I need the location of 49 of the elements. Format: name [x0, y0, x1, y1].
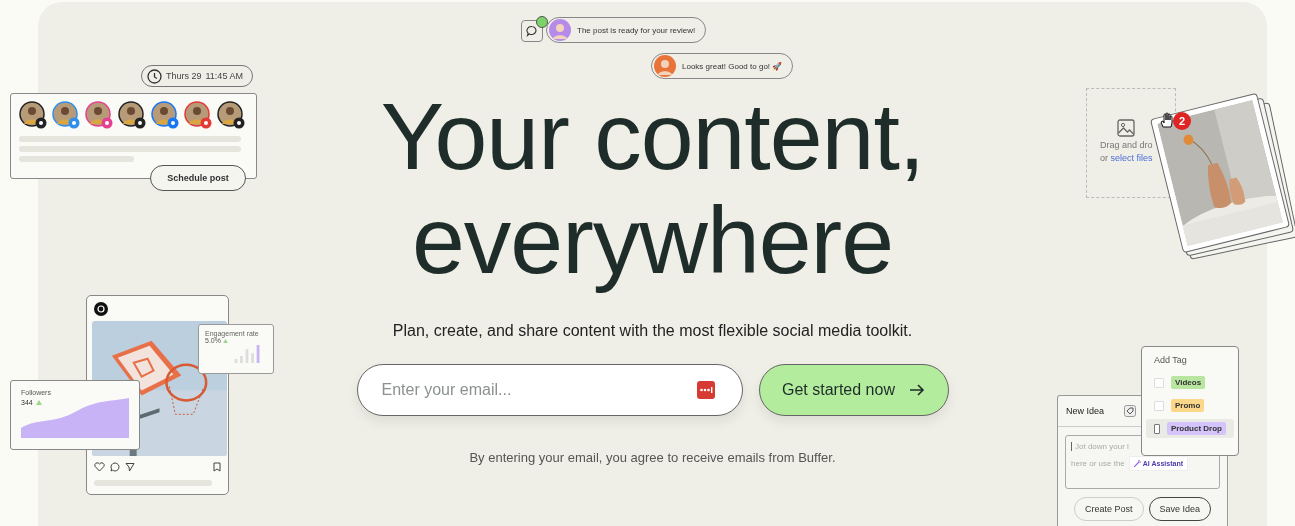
tag-option[interactable]: Promo — [1146, 396, 1234, 415]
clock-icon — [147, 68, 162, 84]
message-text: Looks great! Good to go! 🚀 — [682, 61, 783, 71]
channel-avatar[interactable] — [151, 101, 179, 129]
channel-avatar[interactable] — [184, 101, 212, 129]
channel-avatar[interactable] — [19, 101, 47, 129]
card-title: New Idea — [1066, 406, 1105, 416]
channel-avatar[interactable] — [118, 101, 146, 129]
subtitle: Plan, create, and share content with the most flexible social media toolkit. — [392, 322, 913, 340]
tag-option[interactable]: Videos — [1146, 373, 1234, 392]
idea-button[interactable]: Create Post — [1073, 497, 1144, 521]
channel-avatar[interactable] — [85, 101, 113, 129]
bookmark-icon[interactable] — [213, 462, 221, 472]
count-badge: 2 — [1173, 112, 1191, 130]
drop-text: Drag and dro — [1100, 140, 1153, 150]
disclaimer: By entering your email, you agree to receive emails from Buffer. — [469, 450, 836, 465]
heart-icon[interactable] — [94, 462, 105, 472]
send-icon[interactable] — [125, 462, 135, 472]
idea-button[interactable]: Save Idea — [1148, 497, 1212, 521]
drop-text: or — [1100, 153, 1108, 163]
date-text: Thurs 29 — [166, 71, 202, 81]
email-field[interactable]: Enter your email... — [356, 364, 743, 416]
arrow-right-icon — [908, 383, 925, 397]
wand-icon — [1133, 460, 1141, 467]
image-icon — [1117, 119, 1135, 137]
comment-icon[interactable] — [110, 462, 120, 472]
get-started-button[interactable]: Get started now — [758, 364, 949, 416]
avatar-icon — [549, 19, 571, 41]
time-text: 11:45 AM — [205, 71, 243, 81]
up-arrow-icon — [222, 338, 228, 343]
comment-icon — [521, 20, 543, 42]
tag-label: Promo — [1171, 399, 1205, 412]
channel-avatar[interactable] — [217, 101, 245, 129]
channel-avatar[interactable] — [52, 101, 80, 129]
menu-title: Add Tag — [1153, 354, 1188, 367]
tag-label: Videos — [1171, 376, 1206, 389]
checkbox[interactable] — [1154, 423, 1160, 434]
schedule-post-button[interactable]: Schedule post — [150, 165, 246, 191]
hand-cursor-icon — [1159, 112, 1175, 128]
threads-logo-icon — [94, 302, 108, 316]
up-arrow-icon — [35, 400, 42, 405]
headline: Your content, everywhere — [380, 84, 925, 292]
select-files-link[interactable]: select files — [1110, 153, 1153, 163]
tag-label: Product Drop — [1166, 422, 1226, 435]
online-dot — [536, 16, 548, 28]
avatar-icon — [654, 55, 676, 77]
tag-option[interactable]: Product Drop — [1146, 419, 1234, 438]
tag-icon[interactable] — [1124, 405, 1137, 417]
message-text: The post is ready for your review! — [577, 25, 696, 35]
